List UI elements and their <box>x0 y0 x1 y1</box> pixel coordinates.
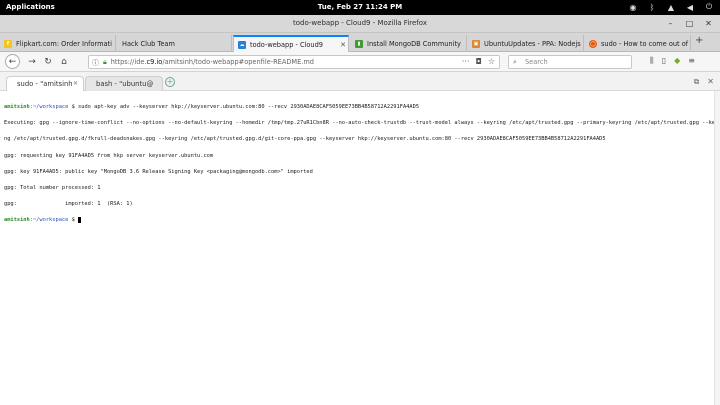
add-tab-icon[interactable]: + <box>165 77 175 87</box>
menu-icon[interactable]: ≡ <box>688 56 695 66</box>
info-icon[interactable]: ⓘ <box>92 58 99 68</box>
close-icon[interactable]: ✕ <box>73 80 78 87</box>
terminal-line: ng /etc/apt/trusted.gpg.d/fkrull-deadsna… <box>4 136 606 143</box>
tab-label: sudo - How to come out of m <box>601 39 690 48</box>
url-bar[interactable]: ⓘ 🔒︎ https://ide. c9.io/amitsinh/todo-web… <box>88 55 500 69</box>
terminal-scrollbar[interactable] <box>714 91 720 405</box>
tab-label: Flipkart.com: Order Informati <box>16 39 112 48</box>
browser-tab-bar: f Flipkart.com: Order Informati Hack Clu… <box>0 33 720 52</box>
reload-button[interactable]: ↻ <box>42 56 54 68</box>
volume-icon[interactable]: ◀ <box>685 2 695 12</box>
system-tray: ◉ ᛒ ▲ ◀ ⏻ <box>628 2 714 12</box>
search-placeholder: Search <box>525 58 548 66</box>
back-button[interactable]: ← <box>5 54 20 69</box>
terminal-tab-sudo[interactable]: sudo - "amitsinh ✕ <box>6 76 84 91</box>
lock-icon[interactable]: 🔒︎ <box>103 58 107 67</box>
bookmark-star-icon[interactable]: ☆ <box>488 57 495 66</box>
flipkart-favicon-icon: f <box>4 39 12 48</box>
mongodb-favicon-icon: ▮ <box>355 39 363 48</box>
home-button[interactable]: ⌂ <box>58 56 70 68</box>
terminal-line: amitsinh:~/workspace $ sudo apt-key adv … <box>4 104 420 111</box>
terminal-tab-bash[interactable]: bash - "ubuntu@ <box>85 76 163 91</box>
tab-close-icon[interactable]: ✕ <box>338 41 348 49</box>
cloud9-favicon-icon: ☁ <box>238 40 246 49</box>
gnome-top-bar: Applications Tue, Feb 27 11:24 PM ◉ ᛒ ▲ … <box>0 0 720 15</box>
clock[interactable]: Tue, Feb 27 11:24 PM <box>0 3 720 11</box>
terminal-output[interactable]: amitsinh:~/workspace $ sudo apt-key adv … <box>0 91 720 405</box>
terminal-prompt-line: amitsinh:~/workspace $ <box>4 216 716 224</box>
terminal-line: Executing: gpg --ignore-time-conflict --… <box>4 120 720 127</box>
wifi-icon[interactable]: ▲ <box>666 2 676 12</box>
tab-askubuntu[interactable]: ◯ sudo - How to come out of m <box>585 35 691 52</box>
forward-button[interactable]: → <box>26 56 38 68</box>
tab-flipkart[interactable]: f Flipkart.com: Order Informati <box>0 35 116 52</box>
tab-mongodb[interactable]: ▮ Install MongoDB Community <box>351 35 467 52</box>
search-input[interactable]: ⌕ Search <box>508 55 632 69</box>
power-icon[interactable]: ⏻ <box>704 2 714 12</box>
askubuntu-favicon-icon: ◯ <box>589 39 597 48</box>
terminal-tab-label: sudo - "amitsinh <box>17 80 73 88</box>
window-title: todo-webapp - Cloud9 - Mozilla Firefox <box>293 19 427 27</box>
url-path: /amitsinh/todo-webapp#openfile-README.md <box>162 58 314 66</box>
extension-icon[interactable]: ◆ <box>674 56 680 66</box>
pocket-icon[interactable]: ◘ <box>476 57 482 66</box>
close-icon[interactable]: ✕ <box>703 18 714 29</box>
bluetooth-icon[interactable]: ᛒ <box>647 2 657 12</box>
terminal-line: gpg: key 91FA4AD5: public key "MongoDB 3… <box>4 168 313 175</box>
terminal-tab-label: bash - "ubuntu@ <box>96 80 154 88</box>
tab-hackclub[interactable]: Hack Club Team <box>116 35 232 52</box>
page-actions-icon[interactable]: ··· <box>462 57 470 66</box>
search-icon: ⌕ <box>513 58 517 66</box>
disc-icon[interactable]: ◉ <box>628 2 638 12</box>
tab-ubuntuupdates[interactable]: ▣ UbuntuUpdates - PPA: Nodejs <box>468 35 584 52</box>
terminal-cursor <box>78 216 82 223</box>
tab-label: todo-webapp - Cloud9 <box>250 40 323 49</box>
terminal-line: gpg: requesting key 91FA4AD5 from hkp se… <box>4 152 214 159</box>
library-icon[interactable]: ⫼ <box>650 56 654 66</box>
sidebar-icon[interactable]: ▯ <box>662 56 666 66</box>
navigation-bar: ← → ↻ ⌂ ⓘ 🔒︎ https://ide. c9.io/amitsinh/… <box>0 52 720 72</box>
tab-label: UbuntuUpdates - PPA: Nodejs <box>484 39 581 48</box>
terminal-line: gpg: Total number processed: 1 <box>4 185 101 192</box>
tab-label: Install MongoDB Community <box>367 39 461 48</box>
url-prefix: https://ide. <box>110 58 147 66</box>
maximize-icon[interactable]: □ <box>684 18 695 29</box>
close-panel-icon[interactable]: ✕ <box>707 77 714 87</box>
url-host: c9.io <box>146 58 163 66</box>
tab-cloud9[interactable]: ☁ todo-webapp - Cloud9 ✕ <box>233 35 349 52</box>
tab-label: Hack Club Team <box>122 39 175 48</box>
terminal-line: gpg: imported: 1 (RSA: 1) <box>4 201 133 208</box>
ide-tab-strip: sudo - "amitsinh ✕ bash - "ubuntu@ + ⧉ ✕ <box>0 72 720 91</box>
window-title-bar: todo-webapp - Cloud9 - Mozilla Firefox –… <box>0 15 720 33</box>
popout-icon[interactable]: ⧉ <box>694 77 700 87</box>
minimize-icon[interactable]: – <box>665 18 676 29</box>
new-tab-button[interactable]: + <box>695 35 703 46</box>
ubuntuupdates-favicon-icon: ▣ <box>472 39 480 48</box>
